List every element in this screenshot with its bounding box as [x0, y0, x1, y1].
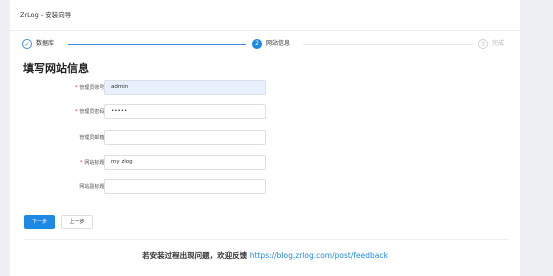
step-1-label: 数据库 — [36, 40, 55, 47]
admin-password-input[interactable]: ••••• — [104, 104, 266, 119]
required-mark: * — [74, 85, 78, 91]
page-header: ZrLog - 安装向导 — [10, 0, 520, 31]
site-title-row: * 网站标题: my zlog — [10, 155, 520, 171]
page-title: ZrLog - 安装向导 — [20, 11, 72, 19]
steps-bar: ✓ 数据库 2 网站信息 3 完成 — [10, 36, 520, 56]
footer-feedback: 若安装过程出现问题，欢迎反馈 https://blog.zrlog.com/po… — [10, 250, 520, 261]
admin-email-row: 管理员邮箱: — [10, 130, 520, 146]
admin-account-label: * 管理员账号: — [74, 85, 106, 91]
site-subtitle-input[interactable] — [104, 179, 266, 194]
feedback-link[interactable]: https://blog.zrlog.com/post/feedback — [250, 251, 388, 260]
required-mark: * — [74, 109, 78, 115]
site-subtitle-row: 网站副标题: — [10, 179, 520, 195]
page-scrollbar[interactable] — [540, 0, 553, 276]
step-1-check-icon: ✓ — [22, 39, 32, 49]
admin-email-label: 管理员邮箱: — [79, 135, 106, 141]
site-title-label: * 网站标题: — [79, 160, 106, 166]
step-2-label: 网站信息 — [266, 40, 291, 47]
next-button[interactable]: 下一步 — [24, 215, 55, 229]
admin-account-row: * 管理员账号: admin — [10, 80, 520, 96]
step-connector-2 — [303, 44, 473, 45]
admin-account-input[interactable]: admin — [104, 80, 266, 95]
step-3-number: 3 — [478, 39, 488, 49]
admin-email-input[interactable] — [104, 130, 266, 145]
site-subtitle-label: 网站副标题: — [79, 184, 106, 190]
footer-text: 若安装过程出现问题，欢迎反馈 — [142, 251, 248, 260]
site-title-input[interactable]: my zlog — [104, 155, 266, 170]
required-mark: * — [79, 160, 83, 166]
admin-password-label: * 管理员密码: — [74, 109, 106, 115]
form-title: 填写网站信息 — [23, 62, 89, 75]
step-connector-1 — [68, 44, 246, 45]
step-3-label: 完成 — [492, 40, 505, 47]
divider — [24, 239, 508, 240]
prev-button[interactable]: 上一步 — [61, 215, 93, 229]
install-wizard-card: ZrLog - 安装向导 ✓ 数据库 2 网站信息 3 完成 填写网站信息 * 管… — [10, 0, 520, 276]
step-2-number: 2 — [252, 39, 262, 49]
admin-password-row: * 管理员密码: ••••• — [10, 104, 520, 120]
